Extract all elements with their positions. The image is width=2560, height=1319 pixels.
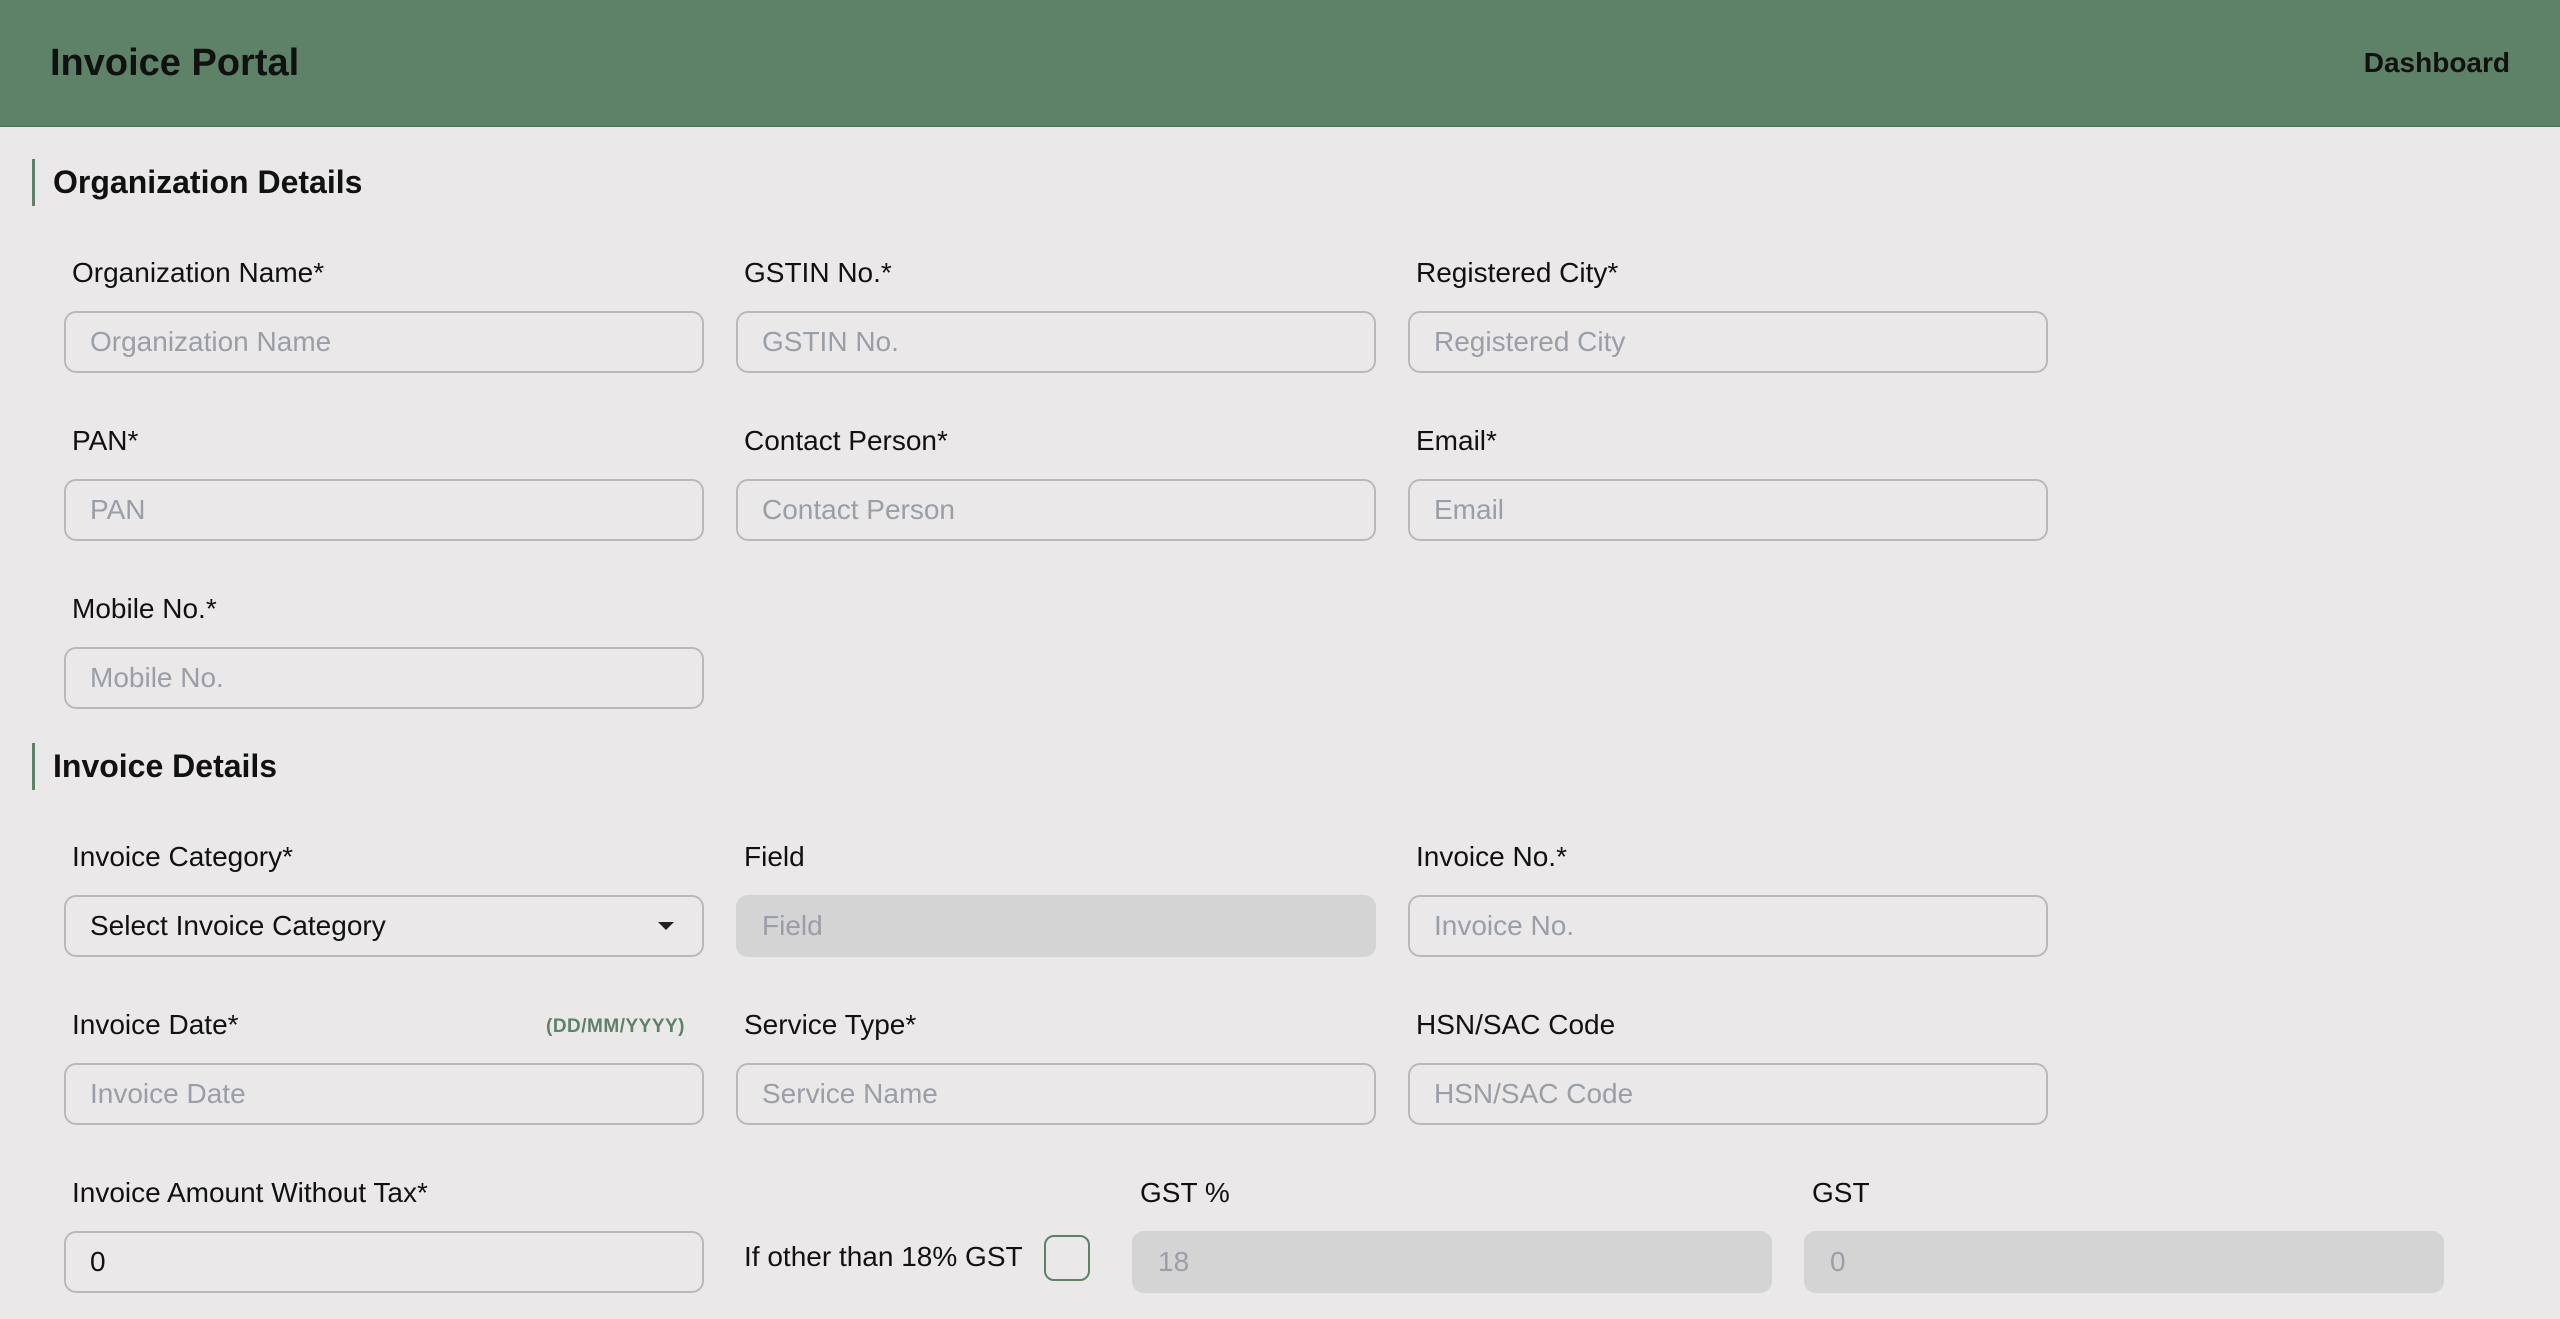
other-gst-checkbox[interactable]: [1044, 1235, 1090, 1281]
gstin-input[interactable]: [736, 311, 1376, 373]
date-format-hint: (DD/MM/YYYY): [546, 1016, 685, 1037]
email-input[interactable]: [1408, 479, 2048, 541]
org-name-input[interactable]: [64, 311, 704, 373]
city-label: Registered City*: [1416, 257, 1619, 288]
mobile-label: Mobile No.*: [72, 593, 217, 624]
app-title: Invoice Portal: [50, 41, 300, 84]
section-title-organization: Organization Details: [32, 159, 362, 206]
gst-label: GST: [1812, 1177, 1870, 1208]
mobile-input[interactable]: [64, 647, 704, 709]
gst-percent-label: GST %: [1140, 1177, 1230, 1208]
contact-person-label: Contact Person*: [744, 425, 948, 456]
invoice-date-input[interactable]: [64, 1063, 704, 1125]
gst-percent-input: [1132, 1231, 1772, 1293]
section-title-invoice: Invoice Details: [32, 743, 277, 790]
contact-person-input[interactable]: [736, 479, 1376, 541]
app-header: Invoice Portal Dashboard: [0, 0, 2560, 127]
email-label: Email*: [1416, 425, 1497, 456]
other-gst-label: If other than 18% GST: [744, 1241, 1023, 1272]
pan-label: PAN*: [72, 425, 139, 456]
field-input: [736, 895, 1376, 957]
service-type-label: Service Type*: [744, 1009, 917, 1040]
city-input[interactable]: [1408, 311, 2048, 373]
invoice-amount-input[interactable]: [64, 1231, 704, 1293]
invoice-no-input[interactable]: [1408, 895, 2048, 957]
invoice-no-label: Invoice No.*: [1416, 841, 1567, 872]
gstin-label: GSTIN No.*: [744, 257, 892, 288]
invoice-category-label: Invoice Category*: [72, 841, 294, 872]
chevron-down-icon: [658, 922, 674, 930]
dashboard-link[interactable]: Dashboard: [2364, 47, 2510, 79]
invoice-date-label: Invoice Date*: [72, 1009, 239, 1040]
hsn-input[interactable]: [1408, 1063, 2048, 1125]
org-name-label: Organization Name*: [72, 257, 325, 288]
invoice-category-value: Select Invoice Category: [90, 910, 386, 941]
service-type-input[interactable]: [736, 1063, 1376, 1125]
pan-input[interactable]: [64, 479, 704, 541]
gst-input: [1804, 1231, 2444, 1293]
invoice-amount-label: Invoice Amount Without Tax*: [72, 1177, 428, 1208]
hsn-label: HSN/SAC Code: [1416, 1009, 1616, 1040]
field-label: Field: [744, 841, 805, 872]
invoice-category-select[interactable]: Select Invoice Category: [64, 895, 704, 957]
